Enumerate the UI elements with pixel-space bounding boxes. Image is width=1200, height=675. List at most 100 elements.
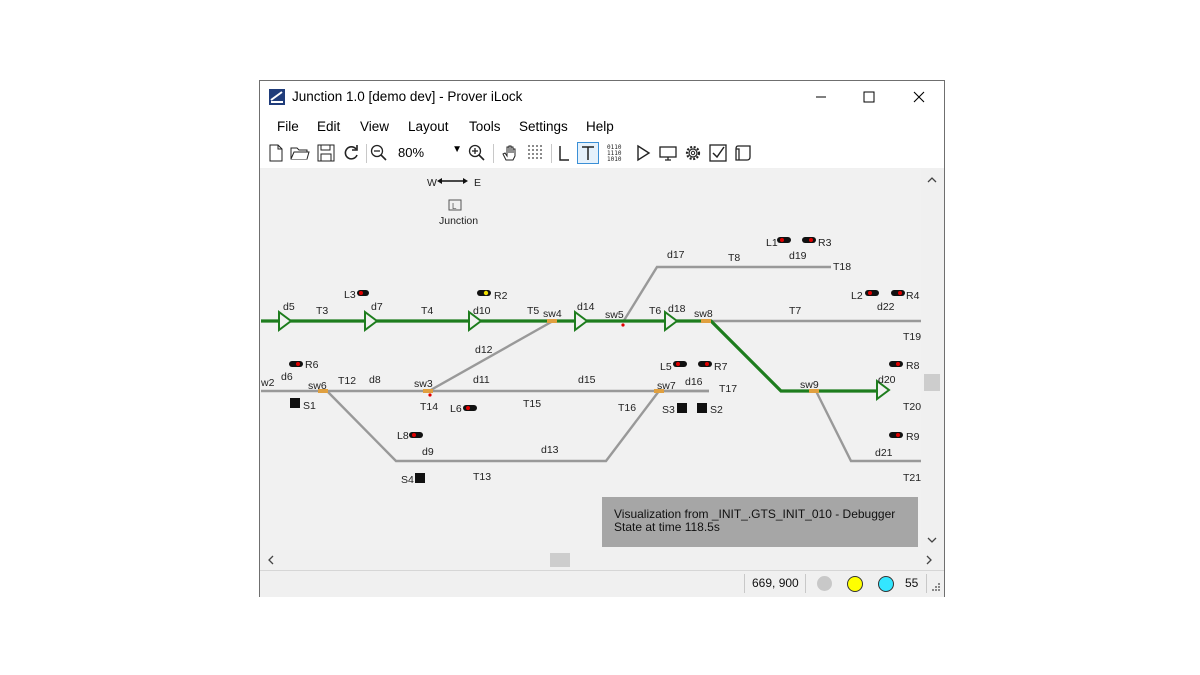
menu-settings[interactable]: Settings	[519, 119, 568, 134]
label-d9: d9	[422, 446, 434, 458]
label-T20: T20	[903, 401, 921, 413]
label-S4: S4	[401, 474, 414, 486]
debugger-info-panel: Visualization from _INIT_.GTS_INIT_010 -…	[602, 497, 918, 547]
label-T7: T7	[789, 305, 801, 317]
minimize-button[interactable]	[798, 81, 844, 112]
label-d11: d11	[473, 374, 490, 386]
label-sw9: sw9	[800, 379, 819, 391]
label-d19: d19	[789, 250, 807, 262]
label-R9: R9	[906, 431, 920, 443]
label-sw7: sw7	[657, 380, 676, 392]
save-icon[interactable]	[315, 142, 337, 164]
label-T12: T12	[338, 375, 356, 387]
close-icon	[913, 91, 925, 102]
menu-edit[interactable]: Edit	[317, 119, 340, 134]
zoom-in-icon[interactable]	[466, 142, 488, 164]
label-R2: R2	[494, 290, 508, 302]
label-L6: L6	[450, 403, 462, 415]
vertical-scroll-thumb[interactable]	[924, 374, 940, 391]
maximize-button[interactable]	[846, 81, 892, 112]
toolbar: 80% ▼ 0110 1110 1010	[260, 139, 944, 168]
label-L1: L1	[766, 237, 778, 249]
info-state-time: State at time 118.5s	[614, 520, 720, 534]
status-indicator-grey	[817, 576, 832, 591]
menu-bar: File Edit View Layout Tools Settings Hel…	[260, 112, 944, 139]
vertical-scrollbar[interactable]	[921, 169, 943, 550]
zoom-select[interactable]: 80% ▼	[396, 143, 464, 164]
label-S1: S1	[303, 400, 316, 412]
T-mode-icon[interactable]	[577, 142, 599, 164]
title-bar[interactable]: Junction 1.0 [demo dev] - Prover iLock	[260, 81, 944, 112]
settings-gear-icon[interactable]	[682, 142, 704, 164]
menu-tools[interactable]: Tools	[469, 119, 501, 134]
label-T3: T3	[316, 305, 328, 317]
label-R6: R6	[305, 359, 319, 371]
close-button[interactable]	[896, 81, 942, 112]
menu-help[interactable]: Help	[586, 119, 614, 134]
track-diagram: W E L Junction d5 T3 L3 d7 T4 R2 d10 T5 …	[261, 177, 927, 486]
L-mode-icon[interactable]	[553, 142, 575, 164]
binary-icon[interactable]: 0110 1110 1010	[605, 142, 627, 164]
compass-west-label: W	[427, 177, 437, 189]
label-S2: S2	[710, 404, 723, 416]
label-T15: T15	[523, 398, 541, 410]
track-canvas[interactable]: W E L Junction d5 T3 L3 d7 T4 R2 d10 T5 …	[261, 169, 927, 550]
open-folder-icon[interactable]	[289, 142, 311, 164]
menu-layout[interactable]: Layout	[408, 119, 449, 134]
label-T17: T17	[719, 383, 737, 395]
label-R7: R7	[714, 361, 728, 373]
scroll-up-icon[interactable]	[927, 177, 937, 183]
zoom-out-icon[interactable]	[368, 142, 390, 164]
menu-view[interactable]: View	[360, 119, 389, 134]
resize-grip-icon[interactable]	[931, 582, 941, 592]
label-d21: d21	[875, 447, 893, 459]
label-T18: T18	[833, 261, 851, 273]
scroll-left-icon[interactable]	[268, 555, 274, 565]
chevron-down-icon: ▼	[452, 144, 462, 155]
junction-label: Junction	[439, 215, 478, 227]
track-T13	[326, 390, 660, 463]
hand-pan-icon[interactable]	[499, 142, 521, 164]
monitor-icon[interactable]	[657, 142, 679, 164]
document-icon[interactable]	[732, 142, 754, 164]
shunt-S4	[415, 473, 425, 483]
label-L5: L5	[660, 361, 672, 373]
track-T14-diagonal	[428, 319, 554, 393]
label-L2: L2	[851, 290, 863, 302]
label-sw5: sw5	[605, 309, 624, 321]
shunt-S2	[697, 403, 707, 413]
grid-icon[interactable]	[525, 142, 547, 164]
label-T14: T14	[420, 401, 438, 413]
play-icon[interactable]	[632, 142, 654, 164]
app-window: Junction 1.0 [demo dev] - Prover iLock F…	[259, 80, 945, 597]
scroll-right-icon[interactable]	[926, 555, 932, 565]
label-d13: d13	[541, 444, 559, 456]
horizontal-scroll-thumb[interactable]	[550, 553, 570, 567]
label-T16: T16	[618, 402, 636, 414]
horizontal-scrollbar[interactable]	[261, 550, 943, 570]
label-T5: T5	[527, 305, 539, 317]
status-indicator-cyan	[878, 576, 894, 592]
window-title: Junction 1.0 [demo dev] - Prover iLock	[292, 89, 523, 104]
label-d20: d20	[878, 374, 896, 386]
zoom-value: 80%	[398, 145, 425, 160]
junction-badge-text: L	[452, 202, 457, 211]
menu-file[interactable]: File	[277, 119, 299, 134]
label-d22: d22	[877, 301, 895, 313]
route-marker-d5	[278, 310, 293, 332]
label-d6: d6	[281, 371, 293, 383]
label-sw6: sw6	[308, 380, 327, 392]
label-S3: S3	[662, 404, 675, 416]
new-file-icon[interactable]	[265, 142, 287, 164]
status-count: 55	[905, 576, 919, 590]
label-d14: d14	[577, 301, 595, 313]
refresh-icon[interactable]	[340, 142, 362, 164]
checklist-icon[interactable]	[707, 142, 729, 164]
label-R8: R8	[906, 360, 920, 372]
scroll-down-icon[interactable]	[927, 537, 937, 543]
label-w2: w2	[261, 377, 275, 389]
shunt-S3	[677, 403, 687, 413]
status-bar: 669, 900 55	[260, 570, 944, 597]
cursor-coordinates: 669, 900	[752, 576, 799, 590]
svg-text:1010: 1010	[607, 156, 622, 163]
